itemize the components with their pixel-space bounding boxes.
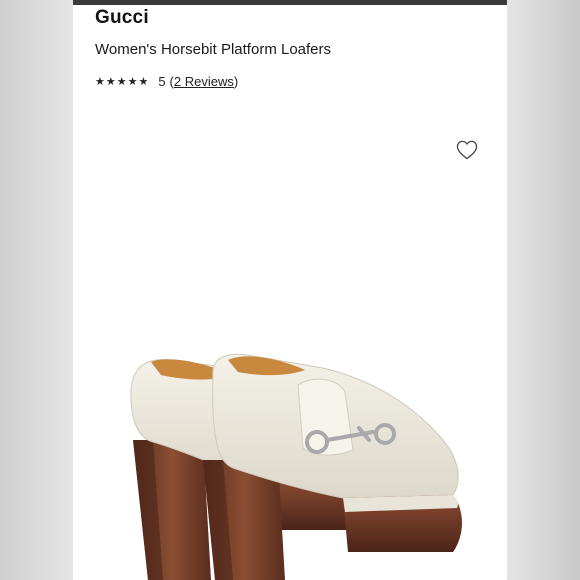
favorite-button[interactable] xyxy=(456,140,478,160)
rating-row: ★★★★★ 5 ( 2 Reviews ) xyxy=(95,74,238,89)
front-shoe xyxy=(203,353,462,580)
product-card: Gucci Women's Horsebit Platform Loafers … xyxy=(73,0,507,580)
background-right xyxy=(507,0,580,580)
brand-name[interactable]: Gucci xyxy=(95,7,149,29)
rating-score: 5 xyxy=(158,74,166,89)
background-left xyxy=(0,0,73,580)
reviews-link[interactable]: 2 Reviews xyxy=(174,74,234,89)
top-bar xyxy=(73,0,507,5)
product-image xyxy=(130,353,462,580)
rating-stars: ★★★★★ xyxy=(95,75,150,88)
heart-outline-icon xyxy=(456,140,478,160)
product-title: Women's Horsebit Platform Loafers xyxy=(95,41,332,58)
reviews-close-paren: ) xyxy=(233,74,239,89)
